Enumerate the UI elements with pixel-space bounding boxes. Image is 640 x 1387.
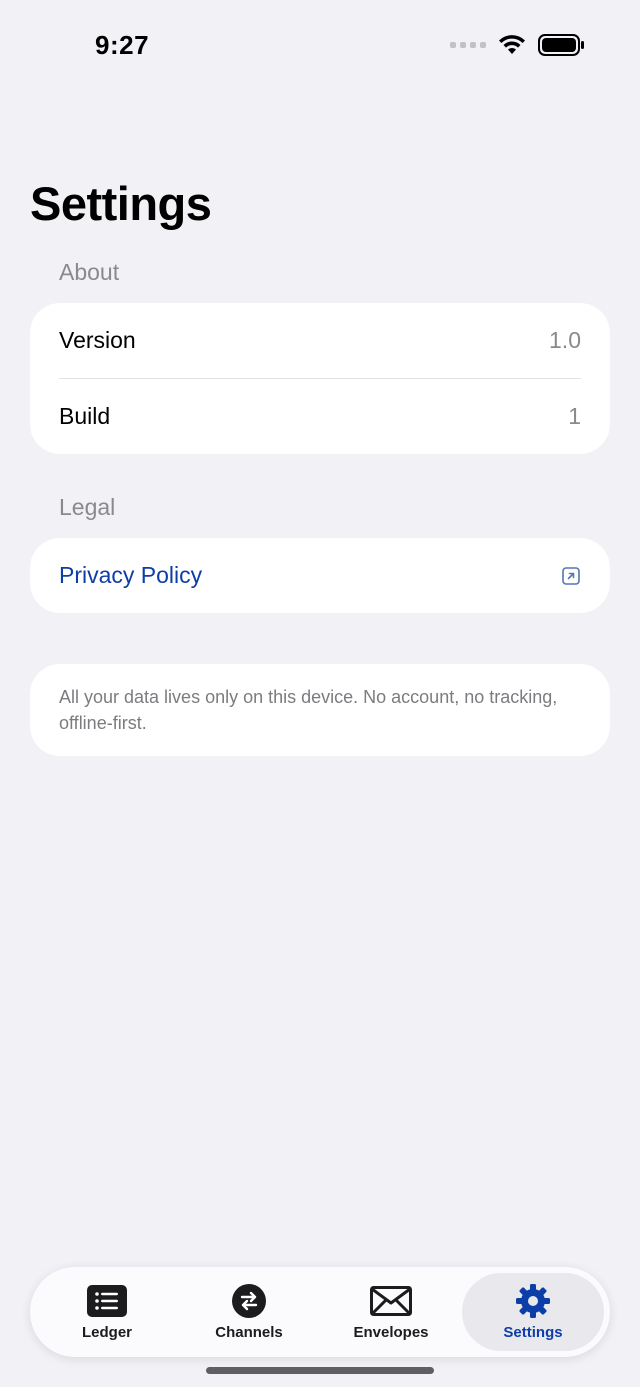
version-value: 1.0 [549, 327, 581, 353]
list-icon [87, 1284, 127, 1317]
about-card: Version 1.0 Build 1 [30, 303, 610, 454]
settings-screen: 9:27 Settings About Version 1.0 Build 1 … [0, 0, 640, 1387]
status-time: 9:27 [95, 30, 150, 60]
tab-envelopes-label: Envelopes [353, 1323, 429, 1341]
tab-ledger[interactable]: Ledger [36, 1273, 178, 1351]
status-icons [450, 34, 584, 56]
tab-ledger-label: Ledger [81, 1323, 132, 1341]
section-header-legal: Legal [59, 494, 116, 520]
build-label: Build [59, 403, 111, 429]
external-link-icon [562, 566, 580, 585]
section-header-about: About [59, 259, 120, 285]
tab-settings-label: Settings [503, 1323, 563, 1341]
build-row: Build 1 [30, 379, 610, 454]
legal-card: Privacy Policy [30, 538, 610, 613]
tab-envelopes[interactable]: Envelopes [320, 1273, 462, 1351]
version-row: Version 1.0 [30, 303, 610, 378]
privacy-policy-label: Privacy Policy [59, 562, 203, 588]
swap-arrows-icon [232, 1283, 266, 1318]
tab-channels-label: Channels [215, 1323, 283, 1341]
home-indicator [206, 1367, 434, 1374]
tab-bar: Ledger Channels Envelopes Settings [30, 1267, 610, 1357]
cellular-signal-icon [450, 42, 486, 48]
battery-icon [538, 34, 584, 56]
page-title: Settings [30, 177, 212, 230]
tab-channels[interactable]: Channels [178, 1273, 320, 1351]
gear-icon [516, 1283, 550, 1318]
privacy-note-card: All your data lives only on this device.… [30, 664, 610, 756]
version-label: Version [59, 327, 136, 353]
build-value: 1 [568, 403, 581, 429]
envelope-icon [370, 1285, 412, 1316]
privacy-policy-link[interactable]: Privacy Policy [30, 538, 610, 613]
privacy-note: All your data lives only on this device.… [59, 687, 558, 733]
tab-settings[interactable]: Settings [462, 1273, 604, 1351]
wifi-icon [499, 35, 525, 54]
